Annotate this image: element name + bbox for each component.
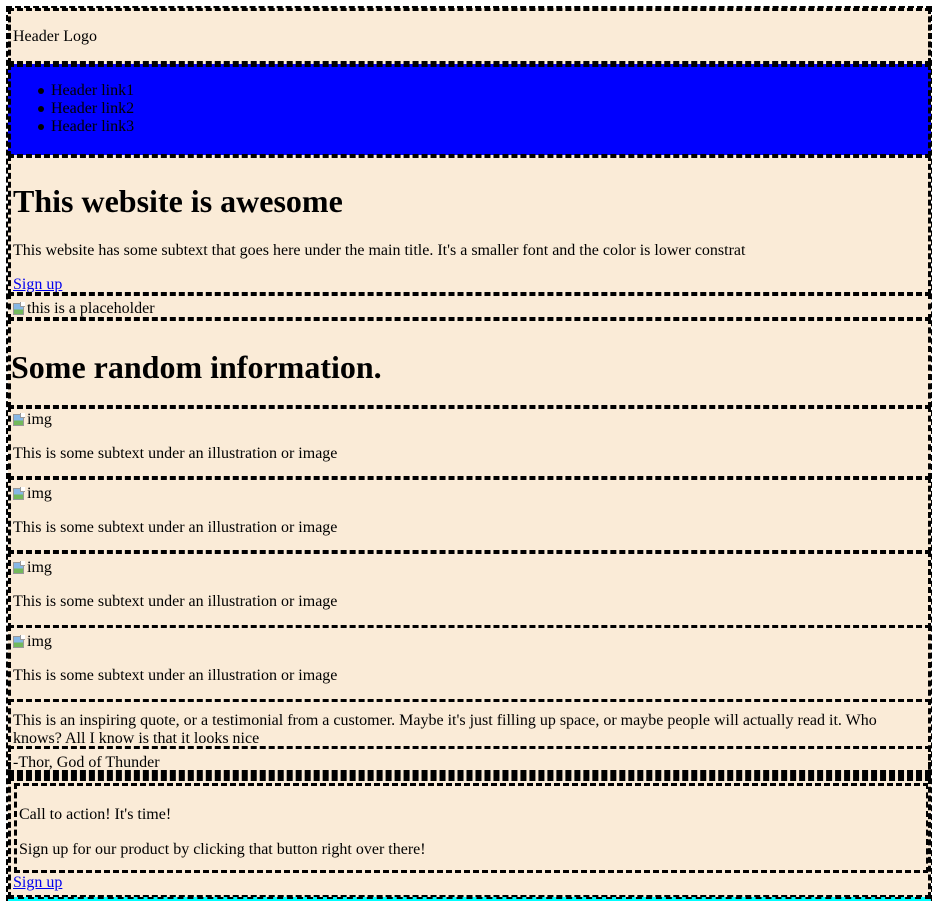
hero-signup-link[interactable]: Sign up xyxy=(13,276,62,292)
quote-text: This is an inspiring quote, or a testimo… xyxy=(13,712,877,747)
info-item-caption: This is some subtext under an illustrati… xyxy=(13,445,338,462)
hero-subtext: This website has some subtext that goes … xyxy=(13,242,746,259)
info-item-image: img xyxy=(13,411,52,429)
info-item-2: img This is some subtext under an illust… xyxy=(8,477,931,553)
broken-image-icon xyxy=(13,413,25,427)
header-link-3[interactable]: Header link3 xyxy=(11,118,134,136)
broken-image-icon xyxy=(13,561,25,575)
hero-image: this is a placeholder xyxy=(13,300,155,317)
info-item-image-alt: img xyxy=(27,411,52,428)
cta-subtext: Sign up for our product by clicking that… xyxy=(19,841,426,858)
info-item-1: img This is some subtext under an illust… xyxy=(8,406,931,479)
hero-image-box: this is a placeholder xyxy=(8,293,931,320)
info-item-3: img This is some subtext under an illust… xyxy=(8,551,931,629)
info-item-image-alt: img xyxy=(27,633,52,650)
info-item-image: img xyxy=(13,485,52,503)
info-item-image: img xyxy=(13,633,52,651)
cta-title: Call to action! It's time! xyxy=(19,806,172,823)
header-nav: Header link1 Header link2 Header link3 xyxy=(8,64,931,157)
info-item-caption: This is some subtext under an illustrati… xyxy=(13,667,338,684)
hero-image-alt: this is a placeholder xyxy=(27,300,155,317)
info-title-box: Some random information. xyxy=(8,318,931,408)
cta-section: Call to action! It's time! Sign up for o… xyxy=(8,778,931,898)
info-item-image: img xyxy=(13,559,52,577)
info-title: Some random information. xyxy=(11,349,382,385)
cta-inner-box: Call to action! It's time! Sign up for o… xyxy=(14,783,928,873)
cta-signup-link[interactable]: Sign up xyxy=(13,874,62,892)
page: Header Logo Header link1 Header link2 He… xyxy=(0,0,932,901)
broken-image-icon xyxy=(13,302,25,316)
header-logo-box: Header Logo xyxy=(8,8,931,64)
info-item-caption: This is some subtext under an illustrati… xyxy=(13,593,338,610)
broken-image-icon xyxy=(13,635,25,649)
header-link-1[interactable]: Header link1 xyxy=(11,82,134,100)
header-link-list: Header link1 Header link2 Header link3 xyxy=(11,82,134,136)
info-item-image-alt: img xyxy=(27,485,52,502)
info-item-image-alt: img xyxy=(27,559,52,576)
header-link-2[interactable]: Header link2 xyxy=(11,100,134,118)
broken-image-icon xyxy=(13,487,25,501)
header-logo: Header Logo xyxy=(13,28,97,45)
info-item-caption: This is some subtext under an illustrati… xyxy=(13,519,338,536)
hero-title: This website is awesome xyxy=(13,183,343,219)
bottom-strip xyxy=(8,897,931,901)
hero-section: This website is awesome This website has… xyxy=(8,155,931,295)
info-item-4: img This is some subtext under an illust… xyxy=(8,625,931,705)
